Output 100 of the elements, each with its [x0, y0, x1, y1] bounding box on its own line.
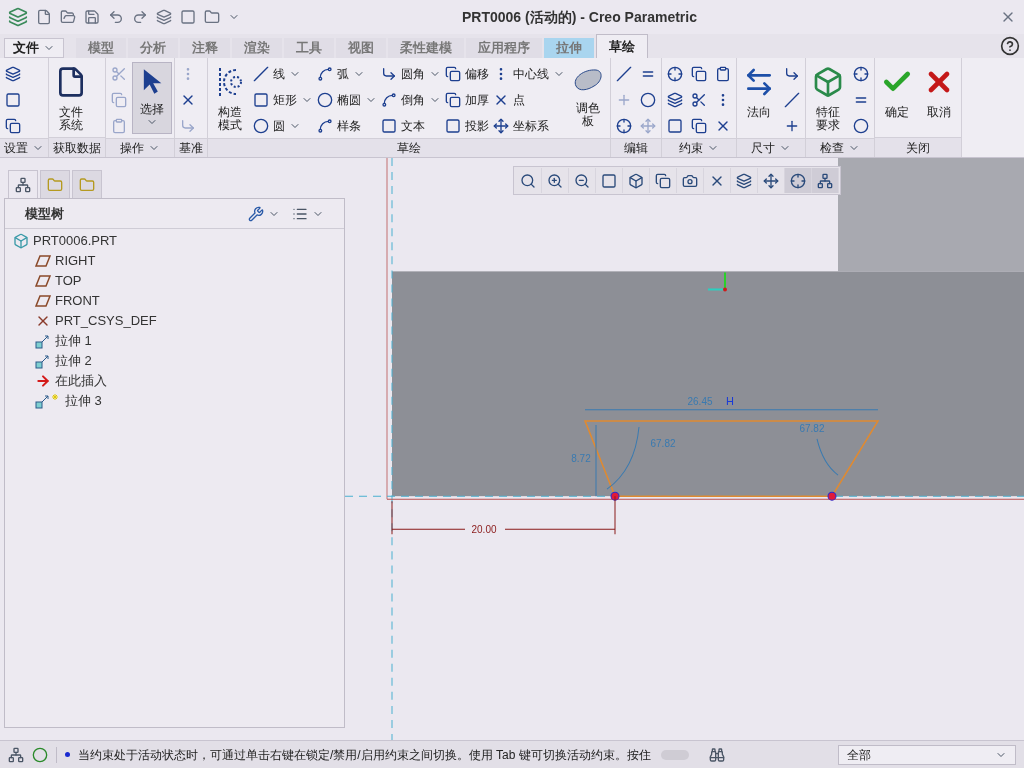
- layers-icon: [736, 172, 752, 189]
- tool-button[interactable]: 圆: [252, 114, 314, 138]
- tree-item[interactable]: 拉伸 3: [5, 391, 344, 411]
- wrench-icon[interactable]: [248, 205, 264, 222]
- window-title: PRT0006 (活动的) - Creo Parametric: [462, 7, 697, 27]
- new-file-icon[interactable]: [36, 9, 52, 25]
- tool-button[interactable]: 取消: [919, 62, 959, 134]
- dimension-text: 67.82: [650, 438, 676, 449]
- tree-item-label: 拉伸 2: [55, 352, 92, 371]
- tool-button[interactable]: 倒角: [380, 88, 442, 112]
- vertex-point: [610, 491, 620, 501]
- dimension-text: 26.45: [687, 395, 713, 407]
- tree-structure-icon[interactable]: [8, 746, 24, 763]
- crosshair-icon: [667, 66, 683, 82]
- tool-button[interactable]: 椭圆: [316, 88, 378, 112]
- tool-button[interactable]: 文件系统: [51, 62, 91, 134]
- tool-button[interactable]: 中心线: [492, 62, 566, 86]
- file-menu[interactable]: 文件: [4, 38, 64, 58]
- view-tool-button[interactable]: [785, 168, 812, 193]
- slash-icon: [784, 92, 800, 108]
- tool-button[interactable]: 构造模式: [210, 62, 250, 134]
- vertex-point: [827, 491, 837, 501]
- binoculars-icon[interactable]: [709, 746, 725, 763]
- filter-dropdown[interactable]: 全部: [838, 744, 1016, 765]
- tree-item[interactable]: FRONT: [5, 291, 344, 311]
- ribbon-tab[interactable]: 草绘: [596, 34, 648, 58]
- group-label[interactable]: 基准: [175, 138, 207, 157]
- clipboard-icon: [715, 66, 731, 82]
- tool-button[interactable]: 矩形: [252, 88, 314, 112]
- tool-button[interactable]: 法向: [739, 62, 779, 134]
- tree-item[interactable]: 在此插入: [5, 371, 344, 391]
- group-label[interactable]: 约束: [662, 138, 736, 157]
- tool-button[interactable]: 加厚: [444, 88, 490, 112]
- scissors-icon: [691, 92, 707, 108]
- tree-item-label: 拉伸 1: [55, 332, 92, 351]
- extrude-star-icon: [35, 393, 61, 409]
- tool-button[interactable]: 选择: [132, 62, 172, 134]
- tree-item[interactable]: RIGHT: [5, 251, 344, 271]
- tool-button[interactable]: 弧: [316, 62, 378, 86]
- circle-icon: [640, 92, 656, 108]
- tool-button[interactable]: 圆角: [380, 62, 442, 86]
- dimension-text: 67.82: [799, 422, 825, 434]
- tool-button[interactable]: 坐标系: [492, 114, 566, 138]
- tree-item-label: 在此插入: [55, 372, 107, 391]
- help-icon[interactable]: [1000, 36, 1020, 56]
- group-label[interactable]: 草绘: [208, 138, 610, 157]
- app-icon: [8, 7, 28, 27]
- tree-item[interactable]: 拉伸 2: [5, 351, 344, 371]
- plus-icon: [784, 118, 800, 134]
- tool-button[interactable]: 线: [252, 62, 314, 86]
- tree-item-label: FRONT: [55, 292, 100, 311]
- tool-button[interactable]: 点: [492, 88, 566, 112]
- scissors-icon: [111, 66, 127, 82]
- move-icon: [640, 118, 656, 134]
- tree-structure-icon: [15, 176, 31, 193]
- panel-title: 模型树: [25, 204, 64, 223]
- redo-icon[interactable]: [132, 9, 148, 25]
- zoom-in-icon: [547, 172, 563, 189]
- save-icon[interactable]: [84, 9, 100, 25]
- arc-icon: [317, 66, 333, 82]
- view-tool-button[interactable]: [812, 168, 839, 193]
- folder-icon[interactable]: [204, 9, 220, 25]
- layers-icon: [5, 66, 21, 82]
- group-label[interactable]: 获取数据: [49, 137, 105, 157]
- line-icon: [253, 66, 269, 82]
- undo-icon[interactable]: [108, 9, 124, 25]
- circle-icon: [853, 118, 869, 134]
- group-label[interactable]: 尺寸: [737, 138, 805, 157]
- open-folder-icon[interactable]: [60, 9, 76, 25]
- tool-button[interactable]: 文本: [380, 114, 442, 138]
- group-label[interactable]: 设置: [0, 138, 48, 157]
- tool-button[interactable]: 调色板: [568, 62, 608, 134]
- tree-item[interactable]: 拉伸 1: [5, 331, 344, 351]
- panel-tab[interactable]: [8, 170, 38, 198]
- group-label[interactable]: 编辑: [611, 138, 661, 157]
- tree-item[interactable]: PRT0006.PRT: [5, 231, 344, 251]
- tool-button[interactable]: 确定: [877, 62, 917, 134]
- group-label[interactable]: 关闭: [875, 137, 961, 157]
- tree-item[interactable]: TOP: [5, 271, 344, 291]
- angle-arc: [816, 438, 839, 476]
- cube-icon: [13, 233, 29, 249]
- plus-icon: [616, 92, 632, 108]
- tree-item[interactable]: PRT_CSYS_DEF: [5, 311, 344, 331]
- camera-icon: [682, 172, 698, 189]
- extrude-icon: [35, 353, 51, 369]
- parallelogram-icon: [35, 275, 51, 287]
- circle-icon: [253, 118, 269, 134]
- tree-item-label: RIGHT: [55, 252, 96, 271]
- copy-icon: [691, 66, 707, 82]
- group-label[interactable]: 检查: [806, 138, 874, 157]
- tool-button[interactable]: 投影: [444, 114, 490, 138]
- group-label[interactable]: 操作: [106, 138, 174, 157]
- tool-button[interactable]: 偏移: [444, 62, 490, 86]
- window-icon[interactable]: [180, 9, 196, 25]
- copy-icon: [5, 118, 21, 134]
- coordinate-marker-icon: [707, 271, 727, 292]
- tool-button[interactable]: 样条: [316, 114, 378, 138]
- crosshair-icon: [616, 118, 632, 134]
- fillet-icon: [381, 66, 397, 82]
- tool-button[interactable]: 特征要求: [808, 62, 848, 134]
